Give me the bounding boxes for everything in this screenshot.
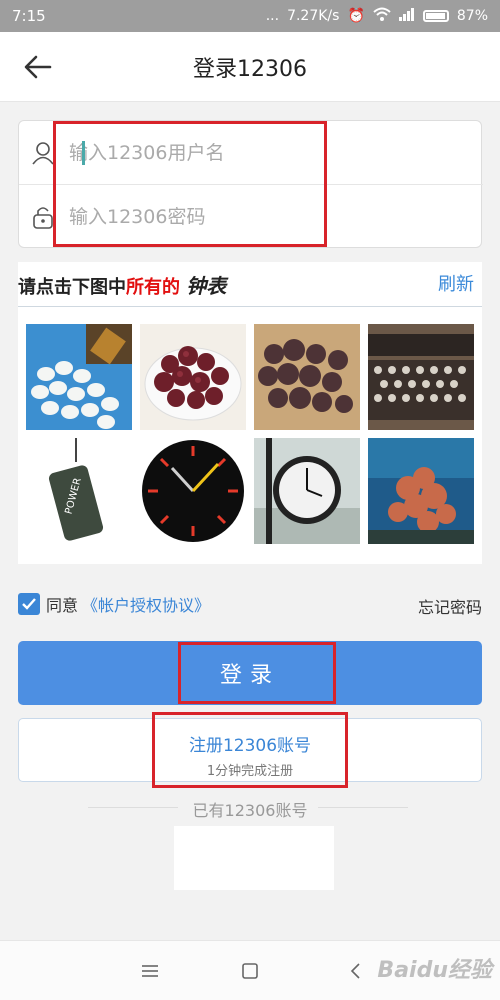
home-square-icon[interactable] xyxy=(240,961,260,981)
page-title: 登录12306 xyxy=(193,56,307,82)
captcha-tile-typewriter[interactable] xyxy=(368,324,474,430)
register-button[interactable]: 注册12306账号 1分钟完成注册 xyxy=(18,718,482,782)
battery-icon xyxy=(422,10,449,22)
alarm-icon: ⏰ xyxy=(347,8,365,24)
forgot-password-link[interactable]: 忘记密码 xyxy=(418,594,482,618)
captcha-panel: 请点击下图中所有的 钟表 刷新 POWER xyxy=(18,262,482,564)
user-icon xyxy=(19,121,67,185)
status-time: 7:15 xyxy=(12,7,46,25)
password-input[interactable] xyxy=(67,206,367,228)
agree-label: 同意 xyxy=(46,596,79,615)
password-row xyxy=(19,185,483,249)
captcha-divider xyxy=(18,306,482,307)
captcha-tile-dried-fruit-plate[interactable] xyxy=(140,324,246,430)
captcha-tile-punching-bag[interactable]: POWER xyxy=(26,438,132,544)
login-button[interactable]: 登录 xyxy=(18,641,482,705)
text-caret xyxy=(82,141,85,165)
have-account-label: 已有12306账号 xyxy=(192,801,308,820)
captcha-tile-pills[interactable] xyxy=(26,324,132,430)
captcha-prompt-highlight: 所有的 xyxy=(126,277,180,298)
signal-icon xyxy=(398,7,415,25)
arrow-left-icon xyxy=(24,55,52,79)
login-button-label: 登录 xyxy=(219,663,280,688)
have-account-divider: 已有12306账号 xyxy=(0,797,500,821)
battery-percent: 87% xyxy=(456,8,488,24)
username-input[interactable] xyxy=(67,141,367,164)
agree-checkbox[interactable] xyxy=(18,593,40,615)
username-row xyxy=(19,121,483,185)
check-icon xyxy=(22,598,36,610)
status-dots: ... xyxy=(265,8,280,24)
captcha-prompt-target: 钟表 xyxy=(186,274,227,298)
network-speed: 7.27K/s xyxy=(287,8,340,24)
back-button[interactable] xyxy=(22,52,54,82)
divider-line-right xyxy=(318,807,408,808)
captcha-tile-wall-clock[interactable] xyxy=(140,438,246,544)
agreement-link[interactable]: 《帐户授权协议》 xyxy=(82,592,210,616)
captcha-prompt: 请点击下图中所有的 钟表 xyxy=(18,270,226,299)
register-button-label: 注册12306账号 xyxy=(188,736,312,756)
agreement-row: 同意 《帐户授权协议》 xyxy=(18,592,210,616)
menu-icon[interactable] xyxy=(140,961,160,981)
back-chevron-icon[interactable] xyxy=(346,961,366,981)
captcha-tile-coral-reef[interactable] xyxy=(368,438,474,544)
captcha-prompt-prefix: 请点击下图中 xyxy=(18,277,126,298)
blank-panel xyxy=(174,826,334,890)
lock-icon xyxy=(19,185,67,249)
captcha-tile-street-clock[interactable] xyxy=(254,438,360,544)
register-button-sublabel: 1分钟完成注册 xyxy=(206,764,294,779)
baidu-watermark: Baidu经验 xyxy=(377,958,492,983)
divider-line-left xyxy=(88,807,178,808)
captcha-refresh-button[interactable]: 刷新 xyxy=(438,270,474,296)
status-icons: ... 7.27K/s ⏰ 87% xyxy=(266,7,488,25)
wifi-icon xyxy=(373,7,391,25)
status-bar: 7:15 ... 7.27K/s ⏰ 87% xyxy=(0,0,500,32)
login-form xyxy=(18,120,483,249)
captcha-tile-dried-fruit-pile[interactable] xyxy=(254,324,360,430)
app-header: 登录12306 xyxy=(0,32,500,102)
